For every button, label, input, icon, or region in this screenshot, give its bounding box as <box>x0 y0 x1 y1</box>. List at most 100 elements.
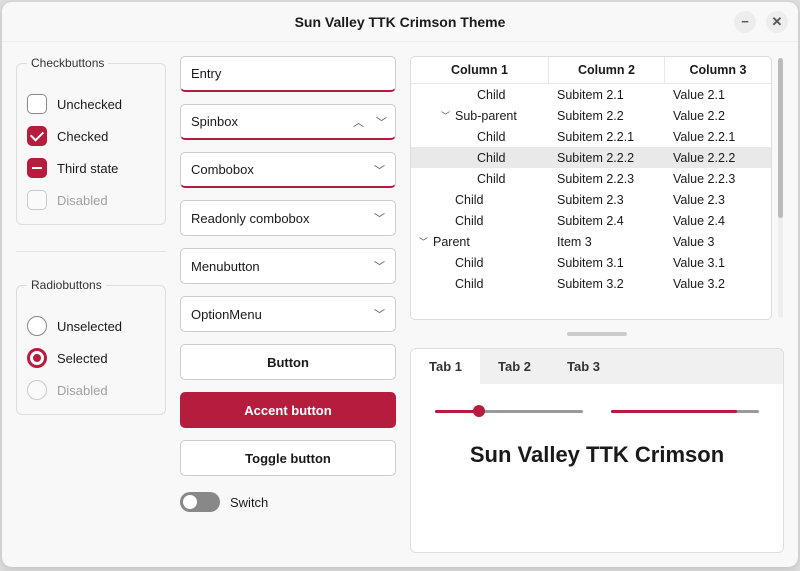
radiobuttons-legend: Radiobuttons <box>27 278 106 292</box>
tab-1[interactable]: Tab 1 <box>411 349 480 384</box>
radio-selected-icon <box>27 348 47 368</box>
spinbox-value: Spinbox <box>191 114 238 129</box>
table-row[interactable]: ChildSubitem 2.2.3Value 2.2.3 <box>411 168 771 189</box>
tree-cell: Subitem 2.2.2 <box>549 147 665 168</box>
tree-cell: Subitem 3.1 <box>549 252 665 273</box>
tree-item-label: Child <box>477 172 506 186</box>
entry-input[interactable]: Entry <box>180 56 396 92</box>
tree-cell: Value 3 <box>665 231 771 252</box>
radiobuttons-group: Radiobuttons Unselected Selected Disable… <box>16 278 166 415</box>
titlebar: Sun Valley TTK Crimson Theme − ✕ <box>2 2 798 42</box>
switch-toggle[interactable] <box>180 492 220 512</box>
table-row[interactable]: ChildSubitem 2.2.2Value 2.2.2 <box>411 147 771 168</box>
check-label: Disabled <box>57 193 108 208</box>
tree-col-3[interactable]: Column 3 <box>665 57 771 83</box>
table-row[interactable]: ﹀ Sub-parent Subitem 2.2Value 2.2 <box>411 105 771 126</box>
optionmenu-value: OptionMenu <box>191 307 262 322</box>
tree-cell: Subitem 2.4 <box>549 210 665 231</box>
tree-item-label: Child <box>455 193 484 207</box>
slider-knob-icon[interactable] <box>473 405 485 417</box>
tree-item-label: Sub-parent <box>455 109 517 123</box>
radio-label: Unselected <box>57 319 122 334</box>
tree-cell: Value 2.4 <box>665 210 771 231</box>
scrollbar-vertical[interactable] <box>772 56 784 320</box>
tree-cell: Value 2.2.3 <box>665 168 771 189</box>
treeview[interactable]: Column 1 Column 2 Column 3 ChildSubitem … <box>410 56 772 320</box>
tree-item-label: Child <box>477 88 506 102</box>
chevron-down-icon[interactable]: ﹀ <box>374 258 385 274</box>
tree-col-1[interactable]: Column 1 <box>411 57 549 83</box>
readonly-combobox[interactable]: Readonly combobox ﹀ <box>180 200 396 236</box>
check-label: Third state <box>57 161 118 176</box>
tree-cell: Value 3.2 <box>665 273 771 294</box>
combobox-value: Combobox <box>191 162 254 177</box>
switch-label: Switch <box>230 495 268 510</box>
tree-cell: Subitem 3.2 <box>549 273 665 294</box>
pane-resize-handle[interactable] <box>567 332 627 336</box>
table-row[interactable]: Child Subitem 3.2Value 3.2 <box>411 273 771 294</box>
combobox-input[interactable]: Combobox ﹀ <box>180 152 396 188</box>
chevron-up-icon[interactable]: ︿ <box>353 114 364 130</box>
expander-icon[interactable]: ﹀ <box>419 235 429 248</box>
spinbox-input[interactable]: Spinbox ︿ ﹀ <box>180 104 396 140</box>
radio-icon <box>27 380 47 400</box>
check-label: Checked <box>57 129 108 144</box>
entry-value: Entry <box>191 66 221 81</box>
radio-label: Selected <box>57 351 108 366</box>
tree-cell: Subitem 2.2.1 <box>549 126 665 147</box>
check-third-state[interactable]: Third state <box>27 158 155 178</box>
chevron-down-icon[interactable]: ﹀ <box>374 306 385 322</box>
chevron-down-icon[interactable]: ﹀ <box>374 210 385 226</box>
checkbox-checked-icon <box>27 126 47 146</box>
accent-button[interactable]: Accent button <box>180 392 396 428</box>
button-label: Button <box>267 355 309 370</box>
toggle-button-label: Toggle button <box>245 451 331 466</box>
progressbar <box>611 404 759 418</box>
optionmenu[interactable]: OptionMenu ﹀ <box>180 296 396 332</box>
tree-cell: Subitem 2.2 <box>549 105 665 126</box>
tree-cell: Item 3 <box>549 231 665 252</box>
check-unchecked[interactable]: Unchecked <box>27 94 155 114</box>
button[interactable]: Button <box>180 344 396 380</box>
table-row[interactable]: ﹀ParentItem 3Value 3 <box>411 231 771 252</box>
scale-slider[interactable] <box>435 404 583 418</box>
readonly-combobox-value: Readonly combobox <box>191 211 310 226</box>
window-title: Sun Valley TTK Crimson Theme <box>295 14 506 30</box>
table-row[interactable]: ChildSubitem 2.4Value 2.4 <box>411 210 771 231</box>
check-label: Unchecked <box>57 97 122 112</box>
table-row[interactable]: ChildSubitem 2.3Value 2.3 <box>411 189 771 210</box>
radio-label: Disabled <box>57 383 108 398</box>
scrollbar-thumb[interactable] <box>778 58 783 218</box>
checkbox-icon <box>27 190 47 210</box>
checkbox-indeterminate-icon <box>27 158 47 178</box>
checkbuttons-legend: Checkbuttons <box>27 56 108 70</box>
tab-2[interactable]: Tab 2 <box>480 349 549 384</box>
table-row[interactable]: Child Subitem 2.1Value 2.1 <box>411 84 771 105</box>
check-checked[interactable]: Checked <box>27 126 155 146</box>
close-button[interactable]: ✕ <box>766 11 788 33</box>
tree-cell: Value 2.1 <box>665 84 771 105</box>
minimize-button[interactable]: − <box>734 11 756 33</box>
expander-icon[interactable]: ﹀ <box>441 109 451 122</box>
toggle-button[interactable]: Toggle button <box>180 440 396 476</box>
table-row[interactable]: ChildSubitem 3.1Value 3.1 <box>411 252 771 273</box>
chevron-down-icon[interactable]: ﹀ <box>374 162 385 178</box>
tree-cell: Value 2.2 <box>665 105 771 126</box>
tab-3[interactable]: Tab 3 <box>549 349 618 384</box>
tree-cell: Value 2.2.2 <box>665 147 771 168</box>
radio-disabled: Disabled <box>27 380 155 400</box>
tree-col-2[interactable]: Column 2 <box>549 57 665 83</box>
tree-item-label: Child <box>455 277 484 291</box>
radio-icon <box>27 316 47 336</box>
table-row[interactable]: ChildSubitem 2.2.1Value 2.2.1 <box>411 126 771 147</box>
tree-item-label: Child <box>455 256 484 270</box>
menubutton-value: Menubutton <box>191 259 260 274</box>
radio-selected[interactable]: Selected <box>27 348 155 368</box>
radio-unselected[interactable]: Unselected <box>27 316 155 336</box>
notebook: Tab 1 Tab 2 Tab 3 <box>410 348 784 553</box>
menubutton[interactable]: Menubutton ﹀ <box>180 248 396 284</box>
accent-button-label: Accent button <box>244 403 331 418</box>
check-disabled: Disabled <box>27 190 155 210</box>
chevron-down-icon[interactable]: ﹀ <box>376 114 387 130</box>
tree-cell: Subitem 2.1 <box>549 84 665 105</box>
